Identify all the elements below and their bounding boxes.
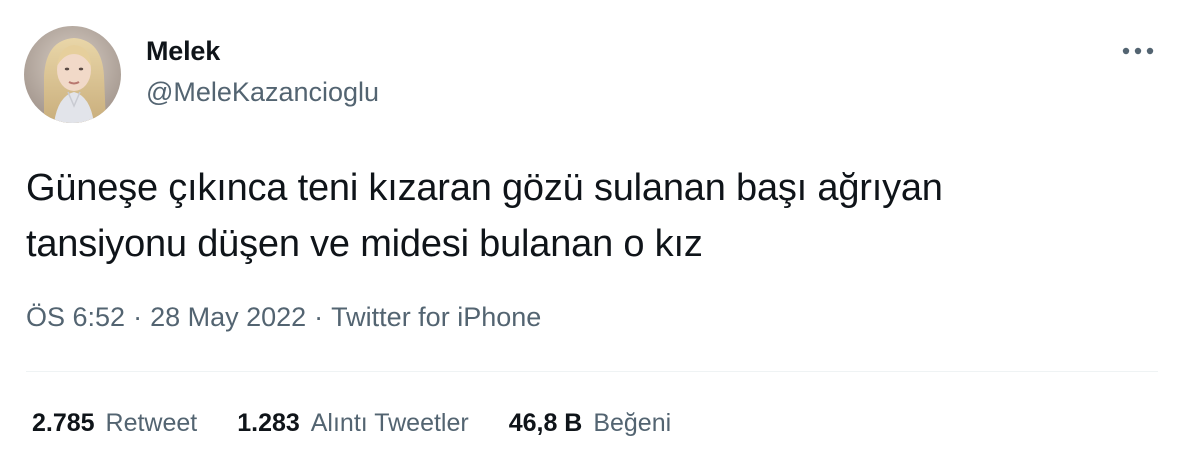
quote-stat[interactable]: 1.283 Alıntı Tweetler <box>237 409 468 438</box>
like-label: Beğeni <box>593 409 672 437</box>
tweet-date[interactable]: 28 May 2022 <box>150 302 306 332</box>
author-name[interactable]: Melek <box>146 36 220 67</box>
like-count: 46,8 B <box>508 409 583 437</box>
retweet-stat[interactable]: 2.785 Retweet <box>32 409 197 438</box>
tweet-text-line: Güneşe çıkınca teni kızaran gözü sulanan… <box>26 167 943 209</box>
quote-count: 1.283 <box>237 409 300 437</box>
quote-label: Alıntı Tweetler <box>310 409 469 437</box>
like-stat[interactable]: 46,8 B Beğeni <box>509 409 671 438</box>
divider <box>26 371 1158 372</box>
tweet-stats: 2.785 Retweet 1.283 Alıntı Tweetler 46,8… <box>32 409 671 438</box>
meta-separator: · <box>133 302 143 332</box>
tweet-meta: ÖS 6:52 · 28 May 2022 · Twitter for iPhone <box>26 302 541 333</box>
retweet-label: Retweet <box>105 409 198 437</box>
tweet-source[interactable]: Twitter for iPhone <box>331 302 541 332</box>
meta-separator: · <box>314 302 324 332</box>
tweet-text-line: tansiyonu düşen ve midesi bulanan o kız <box>26 223 703 265</box>
tweet-time[interactable]: ÖS 6:52 <box>26 302 125 332</box>
author-handle[interactable]: @MeleKazancioglu <box>146 77 379 108</box>
more-options-button[interactable] <box>1118 36 1158 66</box>
avatar[interactable] <box>24 26 121 123</box>
more-options-icon <box>1122 47 1154 55</box>
retweet-count: 2.785 <box>32 409 95 437</box>
tweet-card: Melek @MeleKazancioglu Güneşe çıkınca te… <box>0 0 1190 464</box>
tweet-text: Güneşe çıkınca teni kızaran gözü sulanan… <box>26 160 1156 272</box>
profile-photo <box>24 26 121 123</box>
